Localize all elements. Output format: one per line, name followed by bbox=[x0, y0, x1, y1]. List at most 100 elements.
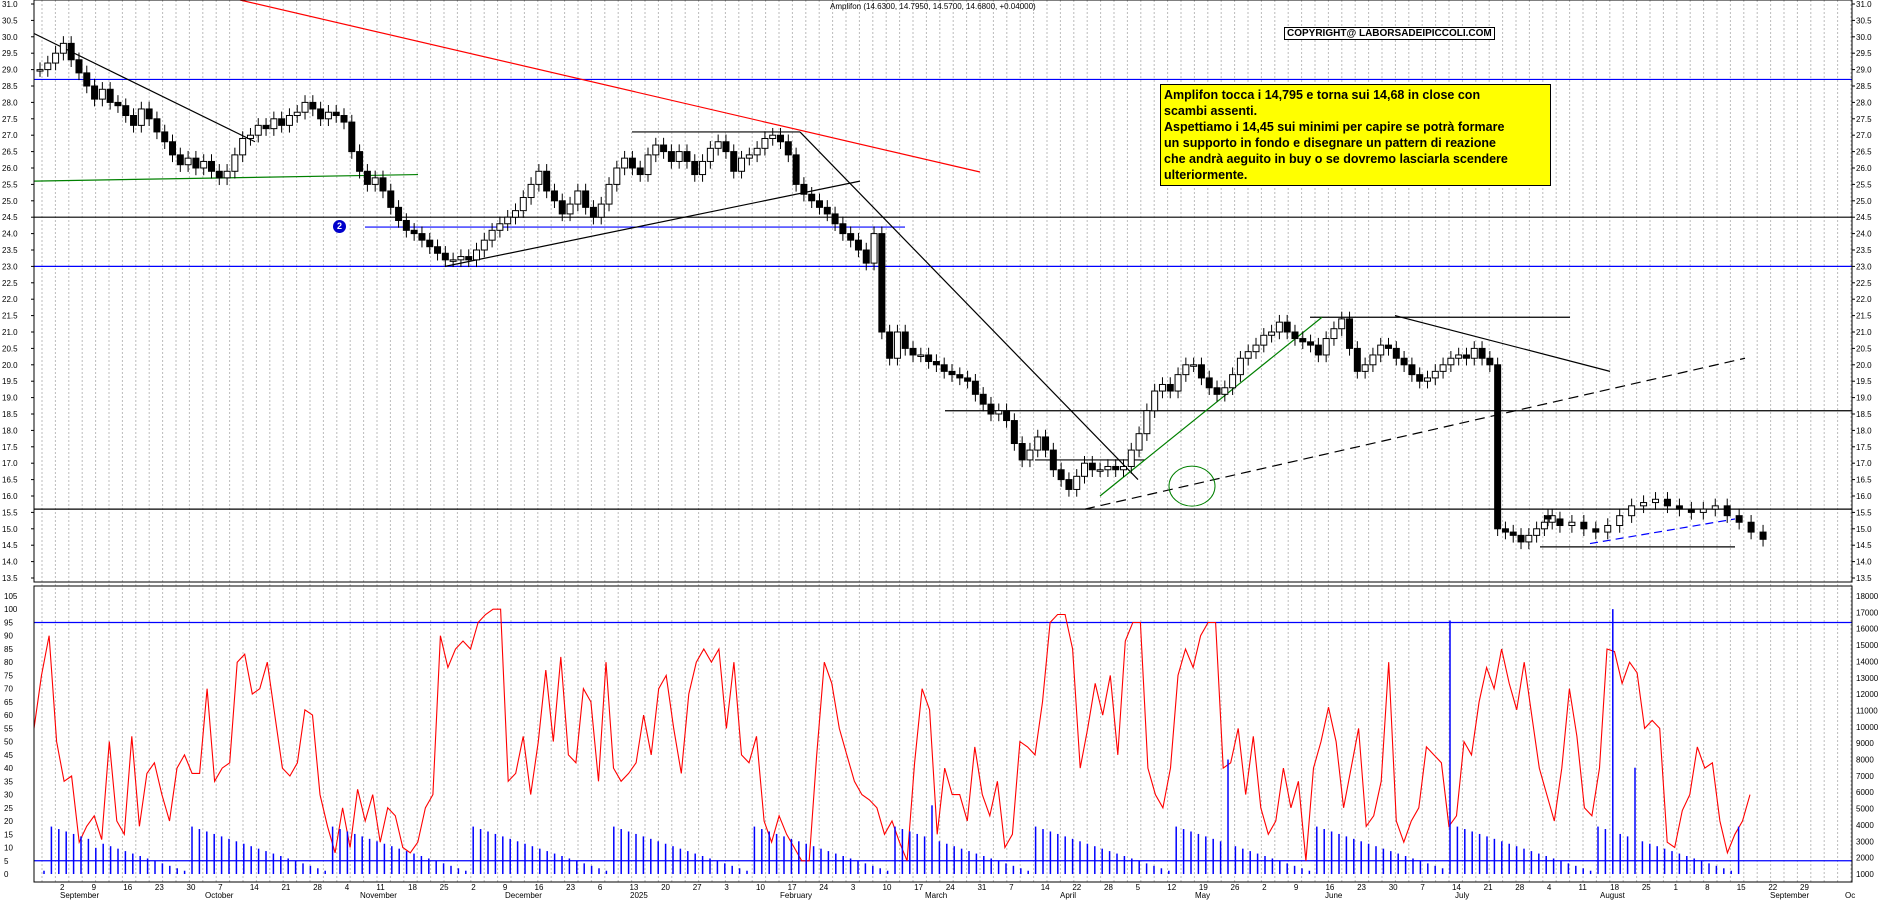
candle-body bbox=[1568, 521, 1576, 527]
candle-body bbox=[1455, 354, 1463, 359]
candle-body bbox=[1338, 318, 1346, 330]
candle-body bbox=[317, 108, 325, 120]
candle-body bbox=[1592, 528, 1600, 533]
price-tick-label: 26.5 bbox=[2, 148, 18, 157]
candle-body bbox=[675, 151, 683, 162]
candle-body bbox=[395, 206, 403, 221]
indicator-tick-label: 40 bbox=[4, 764, 13, 773]
price-tick-label: 15.5 bbox=[2, 508, 18, 517]
candle-body bbox=[1501, 528, 1509, 533]
price-tick-label: 15.5 bbox=[1856, 508, 1872, 517]
price-chart: 13.5 13.5 14.0 14.0 14.5 14.5 15.0 15.0 15.5 15.5… bbox=[2, 0, 1879, 900]
price-tick-label: 24.5 bbox=[2, 213, 18, 222]
candle-body bbox=[901, 331, 909, 349]
price-panel-frame bbox=[33, 0, 1853, 583]
candle-body bbox=[1158, 383, 1166, 392]
candle-body bbox=[1486, 357, 1494, 366]
indicator-tick-label: 60 bbox=[4, 711, 13, 720]
candle-body bbox=[628, 157, 636, 169]
month-label: December bbox=[505, 891, 542, 900]
day-tick-label: 26 bbox=[1231, 883, 1240, 892]
candle-body bbox=[1143, 410, 1151, 435]
candle-body bbox=[1119, 465, 1127, 471]
candle-body bbox=[1747, 521, 1755, 533]
candle-body bbox=[356, 151, 364, 172]
day-tick-label: 5 bbox=[1136, 883, 1141, 892]
price-tick-label: 26.5 bbox=[1856, 148, 1872, 157]
day-tick-label: 25 bbox=[1642, 883, 1651, 892]
candle-body bbox=[410, 229, 418, 235]
month-label: June bbox=[1325, 891, 1343, 900]
candle-body bbox=[644, 154, 652, 176]
candle-body bbox=[1260, 334, 1268, 346]
price-tick-label: 18.0 bbox=[1856, 426, 1872, 435]
day-tick-label: 20 bbox=[661, 883, 670, 892]
candle-body bbox=[597, 203, 605, 218]
candle-body bbox=[1268, 331, 1276, 336]
price-tick-label: 30.5 bbox=[2, 16, 18, 25]
price-tick-label: 28.5 bbox=[2, 82, 18, 91]
note-line: ulteriormente. bbox=[1164, 168, 1248, 182]
candle-body bbox=[839, 223, 847, 235]
indicator-series-line bbox=[33, 608, 1751, 862]
candle-body bbox=[371, 177, 379, 185]
indicator-tick-label: 30 bbox=[4, 791, 13, 800]
indicator-tick-label: 50 bbox=[4, 738, 13, 747]
day-tick-label: 17 bbox=[914, 883, 923, 892]
analysis-note: Amplifon tocca i 14,795 e torna sui 14,6… bbox=[1160, 84, 1551, 186]
candle-body bbox=[441, 252, 449, 261]
candle-body bbox=[1423, 377, 1431, 382]
day-tick-label: 12 bbox=[1167, 883, 1176, 892]
price-tick-label: 30.0 bbox=[1856, 33, 1872, 42]
candle-body bbox=[480, 239, 488, 251]
copyright-label: COPYRIGHT@ LABORSADEIPICCOLI.COM bbox=[1284, 27, 1495, 40]
price-tick-label: 28.5 bbox=[1856, 82, 1872, 91]
support-circle bbox=[1168, 465, 1216, 507]
candle-body bbox=[1088, 462, 1096, 471]
price-tick-label: 30.5 bbox=[1856, 16, 1872, 25]
day-tick-label: 2 bbox=[1262, 883, 1267, 892]
day-tick-label: 30 bbox=[1389, 883, 1398, 892]
candle-body bbox=[1299, 338, 1307, 343]
price-tick-label: 16.0 bbox=[2, 492, 18, 501]
candle-body bbox=[449, 259, 457, 262]
indicator-line bbox=[33, 608, 1751, 862]
price-tick-label: 25.5 bbox=[1856, 180, 1872, 189]
candle-body bbox=[730, 151, 738, 172]
volume-tick-label: 3000 bbox=[1856, 837, 1874, 846]
day-tick-label: 10 bbox=[883, 883, 892, 892]
candle-body bbox=[987, 403, 995, 415]
volume-tick-label: 1000 bbox=[1856, 870, 1874, 879]
candle-body bbox=[1034, 436, 1042, 451]
candle-body bbox=[1291, 331, 1299, 340]
month-label: July bbox=[1455, 891, 1469, 900]
volume-tick-label: 7000 bbox=[1856, 772, 1874, 781]
candle-body bbox=[1408, 364, 1416, 376]
candle-body bbox=[504, 216, 512, 225]
price-tick-label: 24.5 bbox=[1856, 213, 1872, 222]
candle-body bbox=[932, 361, 940, 366]
candle-body bbox=[1135, 433, 1143, 451]
price-tick-label: 22.0 bbox=[2, 295, 18, 304]
candle-body bbox=[239, 137, 247, 156]
candle-body bbox=[792, 154, 800, 185]
candle-body bbox=[402, 219, 410, 231]
candle-body bbox=[652, 144, 660, 156]
volume-tick-label: 14000 bbox=[1856, 657, 1879, 666]
volume-tick-label: 4000 bbox=[1856, 821, 1874, 830]
note-line: che andrà aeguito in buy o se dovremo la… bbox=[1164, 152, 1508, 166]
candle-body bbox=[1003, 410, 1011, 422]
candle-body bbox=[800, 183, 808, 195]
candle-body bbox=[1369, 354, 1377, 366]
candle-body bbox=[1127, 449, 1135, 467]
day-tick-label: 2 bbox=[471, 883, 476, 892]
candle-body bbox=[1385, 344, 1393, 349]
price-tick-label: 29.0 bbox=[1856, 66, 1872, 75]
price-tick-label: 26.0 bbox=[2, 164, 18, 173]
candle-body bbox=[1525, 534, 1533, 543]
candle-body bbox=[1628, 505, 1636, 517]
price-tick-label: 19.0 bbox=[2, 394, 18, 403]
price-tick-label: 25.0 bbox=[1856, 197, 1872, 206]
day-tick-label: 3 bbox=[724, 883, 729, 892]
day-tick-label: 27 bbox=[693, 883, 702, 892]
